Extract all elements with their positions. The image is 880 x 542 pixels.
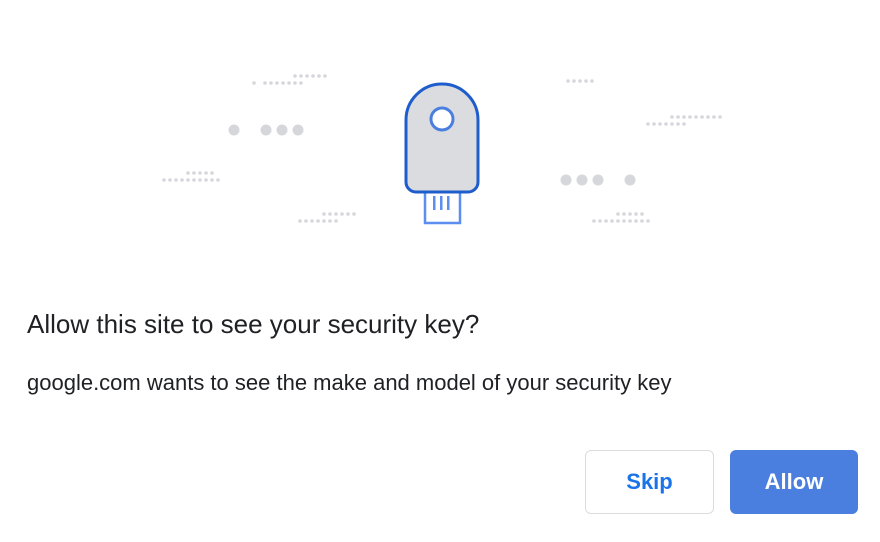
security-key-illustration bbox=[162, 74, 722, 225]
dialog-title: Allow this site to see your security key… bbox=[27, 309, 480, 339]
allow-button[interactable]: Allow bbox=[730, 450, 858, 514]
dialog-message: google.com wants to see the make and mod… bbox=[27, 370, 672, 395]
security-key-dialog: Allow this site to see your security key… bbox=[0, 0, 880, 542]
security-key-icon bbox=[404, 82, 480, 225]
skip-button[interactable]: Skip bbox=[585, 450, 714, 514]
